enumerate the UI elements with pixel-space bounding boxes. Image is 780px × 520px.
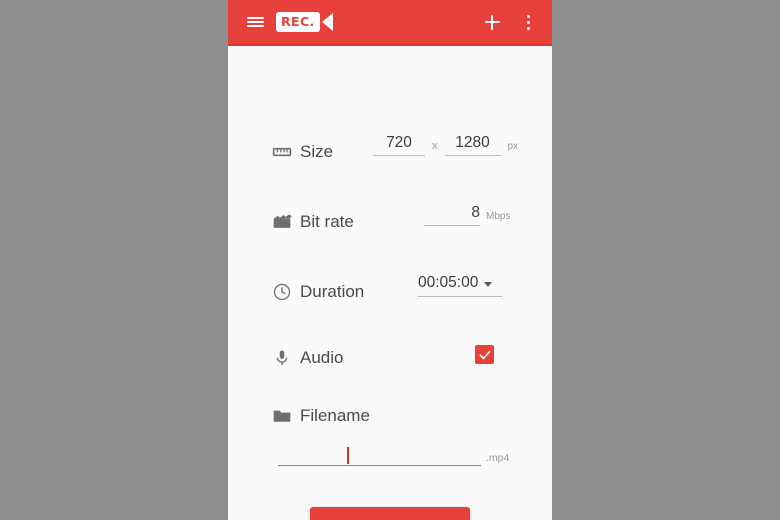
filename-underline xyxy=(278,464,481,466)
setting-row-audio: Audio xyxy=(228,338,552,378)
app-bar: REC. xyxy=(228,0,552,46)
app-logo-label: REC. xyxy=(276,12,320,32)
setting-label-filename: Filename xyxy=(300,406,370,425)
phone-screen: REC. Size 720 x 1280 px Bit rate 8 Mbps … xyxy=(228,0,552,520)
microphone-icon xyxy=(272,348,292,368)
check-icon xyxy=(479,350,490,359)
bitrate-unit-label: Mbps xyxy=(486,211,511,222)
setting-label-duration: Duration xyxy=(300,282,365,301)
setting-row-size: Size 720 x 1280 px xyxy=(228,132,552,172)
hamburger-bar xyxy=(246,25,264,27)
screenshot-canvas: REC. Size 720 x 1280 px Bit rate 8 Mbps … xyxy=(0,0,780,520)
hamburger-icon[interactable] xyxy=(240,0,270,44)
record-button[interactable]: RECORD xyxy=(310,507,470,520)
setting-label-size: Size xyxy=(300,142,334,161)
overflow-dot xyxy=(526,20,530,24)
setting-label-bitrate: Bit rate xyxy=(300,212,354,231)
bitrate-field: 8 Mbps xyxy=(424,204,510,226)
filename-input[interactable]: .mp4 xyxy=(278,440,528,466)
setting-row-filename: Filename xyxy=(228,396,552,436)
plus-icon[interactable] xyxy=(476,0,508,44)
size-unit-label: px xyxy=(507,141,519,152)
clapperboard-icon xyxy=(272,212,292,232)
size-height-input[interactable]: 1280 xyxy=(444,134,501,156)
plus-vertical xyxy=(491,14,493,30)
size-fields: 720 x 1280 px xyxy=(373,134,518,156)
text-cursor xyxy=(347,447,349,464)
setting-row-duration: Duration 00:05:00 xyxy=(228,272,552,312)
size-width-input[interactable]: 720 xyxy=(373,134,425,156)
setting-label-audio: Audio xyxy=(300,348,344,367)
duration-value: 00:05:00 xyxy=(418,274,479,291)
folder-icon xyxy=(272,406,292,426)
overflow-dot xyxy=(526,14,530,18)
video-camera-icon xyxy=(321,13,333,31)
clock-icon xyxy=(272,282,292,302)
setting-row-bitrate: Bit rate 8 Mbps xyxy=(228,202,552,242)
ruler-icon xyxy=(272,142,292,162)
overflow-dot xyxy=(526,26,530,30)
app-logo: REC. xyxy=(276,9,333,35)
more-vert-icon[interactable] xyxy=(514,0,542,44)
filename-extension-label: .mp4 xyxy=(486,452,510,464)
hamburger-bar xyxy=(246,21,264,23)
bitrate-input[interactable]: 8 xyxy=(424,204,480,226)
chevron-down-icon xyxy=(484,281,493,287)
hamburger-bar xyxy=(246,17,264,19)
duration-dropdown[interactable]: 00:05:00 xyxy=(418,274,502,297)
audio-checkbox[interactable] xyxy=(475,345,494,364)
size-separator: x xyxy=(432,140,438,152)
